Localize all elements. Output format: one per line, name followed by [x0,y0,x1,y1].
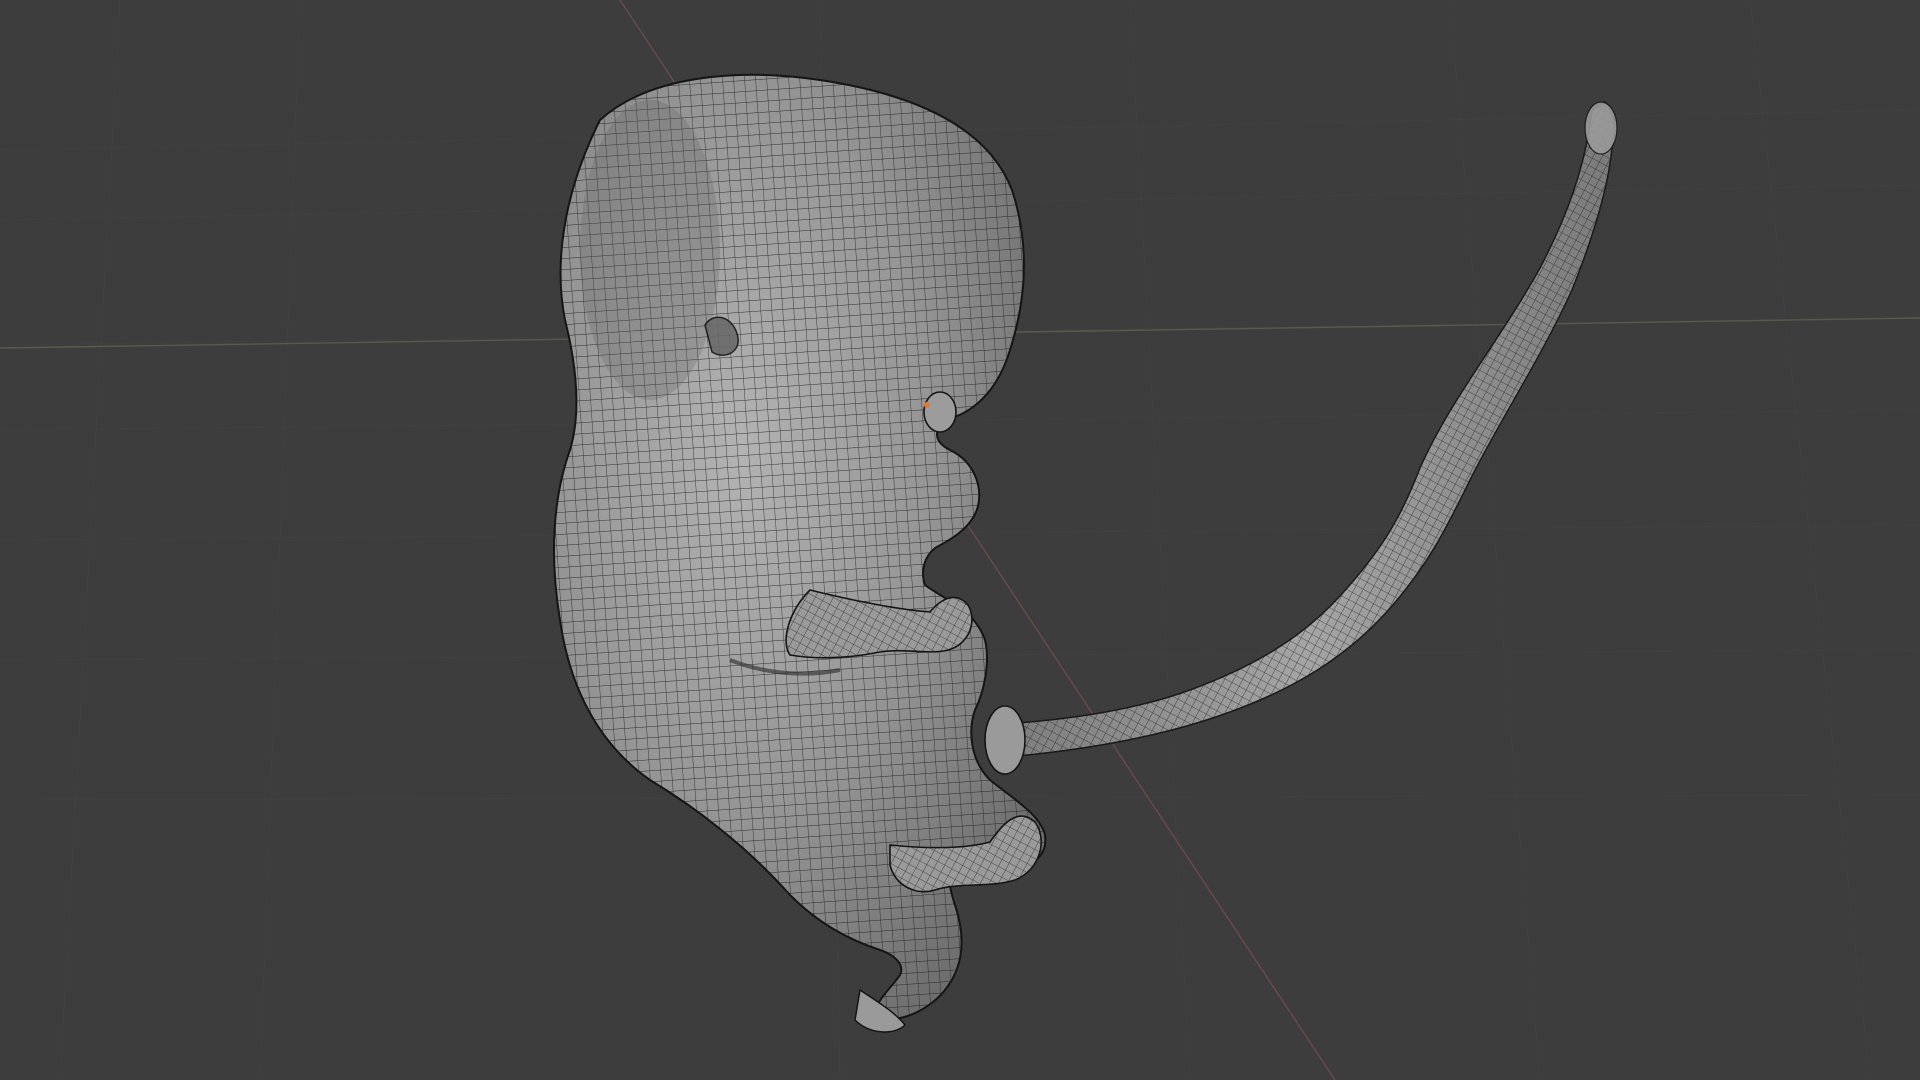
head-shadow [580,100,720,400]
viewport-canvas[interactable] [0,0,1920,1080]
embryo-mesh[interactable] [553,73,1047,1033]
origin-point [924,402,930,408]
cord-tip [1584,101,1618,155]
eye [923,391,957,433]
3d-viewport[interactable] [0,0,1920,1080]
navel [984,705,1026,775]
